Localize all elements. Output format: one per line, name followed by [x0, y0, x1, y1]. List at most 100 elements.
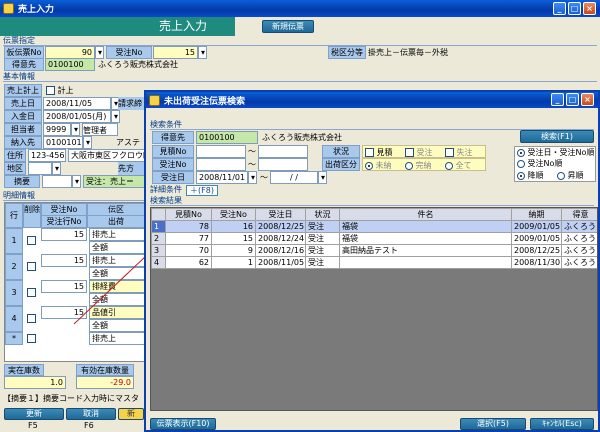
result-subject[interactable] — [339, 256, 512, 269]
status-shicchu-box[interactable] — [445, 148, 454, 157]
result-date[interactable]: 2008/12/25 — [255, 220, 306, 233]
status-juchu-box[interactable] — [405, 148, 414, 157]
result-nouki[interactable]: 2008/12/25 — [511, 244, 562, 257]
chiku-dropdown[interactable]: ▾ — [52, 162, 61, 175]
table-row-new[interactable]: * 排売上 — [5, 332, 145, 345]
detail-cond-button[interactable]: ＋(F8) — [186, 185, 218, 196]
dialog-cancel-button[interactable]: ｷｬﾝｾﾙ(Esc) — [530, 418, 594, 430]
dlg-juchu-from[interactable] — [196, 158, 246, 171]
result-tokui[interactable]: ふくろう — [561, 256, 597, 269]
minimize-icon[interactable]: _ — [553, 2, 566, 15]
table-row[interactable]: 2 77 15 2008/12/24 受注 福袋 2009/01/05 ふくろう — [151, 232, 597, 245]
tanto-dropdown[interactable]: ▾ — [71, 123, 80, 136]
result-nouki[interactable]: 2008/11/30 — [511, 256, 562, 269]
shukka-mino-dot[interactable] — [365, 161, 373, 170]
chiku-input[interactable] — [28, 162, 52, 175]
row-delete-checkbox[interactable] — [27, 334, 36, 343]
tekiyo-code-input[interactable] — [42, 175, 72, 188]
dlg-date-from[interactable]: 2008/11/01 — [196, 171, 248, 184]
result-mitsumori[interactable]: 78 — [165, 220, 212, 233]
maximize-icon[interactable]: □ — [568, 2, 581, 15]
row-delete-checkbox[interactable] — [27, 314, 36, 323]
dlg-mitsumori-to[interactable] — [258, 145, 308, 158]
result-col-tokui[interactable]: 得意 — [561, 208, 597, 221]
dlg-juchu-to[interactable] — [258, 158, 308, 171]
result-juchu[interactable]: 16 — [211, 220, 256, 233]
tekiyo-input[interactable]: 受注：売上＝ — [83, 175, 147, 188]
order-radio-desc[interactable]: 降順 — [517, 169, 544, 182]
nyukin-calendar-icon[interactable]: ▾ — [111, 110, 120, 123]
result-col-mitsumori[interactable]: 見積No — [165, 208, 212, 221]
order-desc-dot[interactable] — [517, 171, 525, 180]
nonyu-code-input[interactable]: 0100101 — [43, 136, 83, 149]
result-col-date[interactable]: 受注日 — [255, 208, 306, 221]
result-col-juchu[interactable]: 受注No — [211, 208, 256, 221]
select-button[interactable]: 選択(F5) — [460, 418, 526, 430]
order-radio-asc[interactable]: 昇順 — [557, 169, 584, 182]
dlg-date-to[interactable]: / / — [270, 171, 318, 184]
result-status[interactable]: 受注 — [305, 220, 340, 233]
result-status[interactable]: 受注 — [305, 256, 340, 269]
keijo-checkbox[interactable]: 計上 — [46, 84, 74, 97]
result-subject[interactable]: 高田納品テスト — [339, 244, 512, 257]
result-subject[interactable]: 福袋 — [339, 220, 512, 233]
date-to-dropdown[interactable]: ▾ — [318, 171, 327, 184]
row-delete-checkbox[interactable] — [27, 288, 36, 297]
table-row[interactable]: 4 62 1 2008/11/05 受注 2008/11/30 ふくろう — [151, 256, 597, 269]
result-nouki[interactable]: 2009/01/05 — [511, 232, 562, 245]
result-nouki[interactable]: 2009/01/05 — [511, 220, 562, 233]
result-date[interactable]: 2008/12/24 — [255, 232, 306, 245]
result-juchu[interactable]: 9 — [211, 244, 256, 257]
result-status[interactable]: 受注 — [305, 232, 340, 245]
result-juchu[interactable]: 15 — [211, 232, 256, 245]
result-tokui[interactable]: ふくろう — [561, 220, 597, 233]
sort-juchuno-dot[interactable] — [517, 159, 525, 168]
result-status[interactable]: 受注 — [305, 244, 340, 257]
result-subject[interactable]: 福袋 — [339, 232, 512, 245]
misc-button[interactable]: 新 — [118, 408, 144, 420]
tanto-code-input[interactable]: 9999 — [43, 123, 71, 136]
shukka-radio-all[interactable]: 全て — [445, 159, 472, 172]
dialog-close-icon[interactable]: × — [581, 93, 594, 106]
order-asc-dot[interactable] — [557, 171, 565, 180]
display-slip-button[interactable]: 伝票表示(F10) — [150, 418, 216, 430]
table-row[interactable]: 3 70 9 2008/12/16 受注 高田納品テスト 2008/12/25 … — [151, 244, 597, 257]
search-button[interactable]: 検索(F1) — [520, 130, 594, 143]
result-tokui[interactable]: ふくろう — [561, 244, 597, 257]
new-slip-button[interactable]: 新規伝票 — [262, 20, 314, 33]
result-mitsumori[interactable]: 77 — [165, 232, 212, 245]
nyukin-input[interactable]: 2008/01/05(月) — [43, 110, 111, 123]
table-row[interactable]: 1 78 16 2008/12/25 受注 福袋 2009/01/05 ふくろう — [151, 220, 597, 233]
status-mitsumori-box[interactable] — [365, 148, 374, 157]
nonyu-dropdown[interactable]: ▾ — [83, 136, 92, 149]
result-mitsumori[interactable]: 62 — [165, 256, 212, 269]
result-juchu[interactable]: 1 — [211, 256, 256, 269]
address-input[interactable]: 大阪市東区フクロウ町 — [68, 149, 146, 162]
date-from-dropdown[interactable]: ▾ — [248, 171, 257, 184]
dlg-tokui-code-input[interactable]: 0100100 — [196, 131, 258, 144]
juchu-dropdown[interactable]: ▾ — [198, 46, 207, 59]
tekiyo-dropdown[interactable]: ▾ — [72, 175, 81, 188]
row-denku[interactable]: 排売上 — [89, 228, 145, 241]
result-mitsumori[interactable]: 70 — [165, 244, 212, 257]
zip-input[interactable]: 123-456 — [28, 149, 66, 162]
sort-date-dot[interactable] — [517, 148, 525, 157]
row-denku[interactable]: 排売上 — [89, 332, 145, 345]
row-delete-checkbox[interactable] — [27, 262, 36, 271]
dlg-mitsumori-from[interactable] — [196, 145, 246, 158]
dialog-maximize-icon[interactable]: □ — [566, 93, 579, 106]
shukka-all-dot[interactable] — [445, 161, 453, 170]
keijo-checkbox-box[interactable] — [46, 86, 55, 95]
row-delete-checkbox[interactable] — [27, 236, 36, 245]
tokui-code-input[interactable]: 0100100 — [45, 58, 95, 71]
dialog-minimize-icon[interactable]: _ — [551, 93, 564, 106]
shukka-radio-kanno[interactable]: 完納 — [405, 159, 432, 172]
result-date[interactable]: 2008/12/16 — [255, 244, 306, 257]
result-date[interactable]: 2008/11/05 — [255, 256, 306, 269]
result-tokui[interactable]: ふくろう — [561, 232, 597, 245]
uriage-input[interactable]: 2008/11/05 — [43, 97, 111, 110]
result-col-nouki[interactable]: 納期 — [511, 208, 562, 221]
result-col-status[interactable]: 状況 — [305, 208, 340, 221]
shukka-radio-mino[interactable]: 未納 — [365, 159, 392, 172]
result-col-subject[interactable]: 件名 — [339, 208, 512, 221]
